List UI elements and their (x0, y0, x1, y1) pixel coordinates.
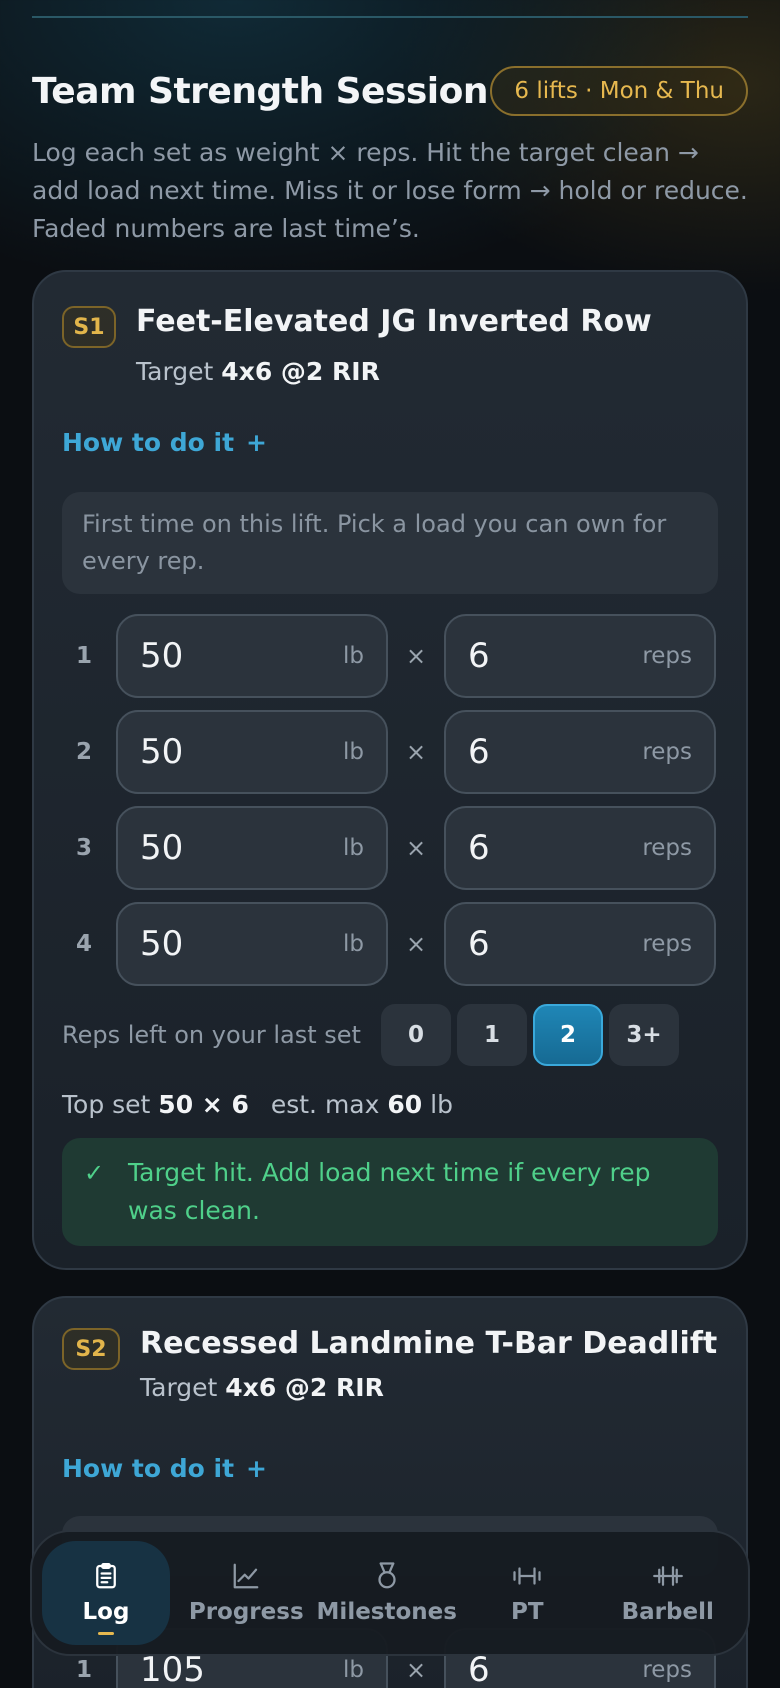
set-row: 3 50 lb × 6 reps (62, 806, 718, 890)
reps-value: 6 (468, 828, 490, 868)
barbell-icon (652, 1566, 683, 1586)
top-set-label: Top set (62, 1090, 151, 1119)
weight-value: 50 (140, 732, 184, 772)
medal-icon (378, 1562, 396, 1589)
weight-input[interactable]: 50 lb (116, 902, 388, 986)
times-symbol: × (405, 834, 427, 862)
check-icon: ✓ (84, 1159, 105, 1187)
reps-unit: reps (642, 835, 692, 861)
weight-value: 50 (140, 924, 184, 964)
weight-value: 50 (140, 636, 184, 676)
times-symbol: × (405, 642, 427, 670)
session-badge: 6 lifts · Mon & Thu (490, 66, 748, 116)
dumbbell-icon (513, 1567, 541, 1585)
exercise-target: Target 4x6 @2 RIR (136, 357, 652, 386)
target-prefix: Target (140, 1373, 218, 1402)
top-set-summary: Top set 50 × 6 est. max 60 lb (62, 1090, 453, 1119)
exercise-name: Recessed Landmine T-Bar Deadlift (140, 1326, 718, 1361)
reps-unit: reps (642, 739, 692, 765)
times-symbol: × (405, 930, 427, 958)
plus-icon: + (246, 1454, 267, 1483)
set-row: 4 50 lb × 6 reps (62, 902, 718, 986)
plus-icon: + (246, 428, 267, 457)
weight-value: 50 (140, 828, 184, 868)
weight-unit: lb (343, 643, 364, 669)
weight-unit: lb (343, 931, 364, 957)
exercise-header: S1 Feet-Elevated JG Inverted Row Target … (62, 304, 652, 386)
page-header: Team Strength Session 6 lifts · Mon & Th… (32, 66, 748, 248)
weight-unit: lb (343, 1657, 364, 1683)
weight-unit: lb (343, 835, 364, 861)
nav-label: Barbell (621, 1599, 714, 1625)
nav-item-progress[interactable]: Progress (176, 1541, 317, 1645)
weight-unit: lb (343, 739, 364, 765)
target-prefix: Target (136, 357, 214, 386)
set-number: 3 (76, 835, 93, 861)
exercise-tag: S2 (62, 1328, 120, 1370)
reps-input[interactable]: 6 reps (444, 902, 716, 986)
weight-input[interactable]: 50 lb (116, 710, 388, 794)
set-number: 1 (76, 1657, 93, 1683)
weight-input[interactable]: 50 lb (116, 614, 388, 698)
exercise-header: S2 Recessed Landmine T-Bar Deadlift Targ… (62, 1326, 717, 1402)
nav-label: PT (510, 1599, 544, 1625)
rir-option-0[interactable]: 0 (380, 1004, 451, 1066)
reps-unit: reps (642, 931, 692, 957)
bottom-nav: Log Progress Milestones PT Barbell (30, 1530, 750, 1656)
est-max-value: 60 (387, 1090, 423, 1119)
set-row: 2 50 lb × 6 reps (62, 710, 718, 794)
nav-item-pt[interactable]: PT (457, 1541, 598, 1645)
times-symbol: × (405, 1656, 427, 1684)
how-to-toggle[interactable]: How to do it + (62, 428, 267, 457)
how-to-label: How to do it (62, 1454, 235, 1483)
active-indicator (98, 1632, 114, 1635)
set-number: 2 (76, 739, 93, 765)
rir-label: Reps left on your last set (62, 1021, 361, 1049)
nav-label: Milestones (316, 1599, 457, 1625)
set-number: 1 (76, 643, 93, 669)
how-to-toggle[interactable]: How to do it + (62, 1454, 267, 1483)
set-number: 4 (76, 931, 93, 957)
reps-input[interactable]: 6 reps (444, 614, 716, 698)
clipboard-icon (96, 1563, 116, 1589)
target-value: 4x6 @2 RIR (221, 357, 380, 386)
reps-value: 6 (468, 636, 490, 676)
exercise-target: Target 4x6 @2 RIR (140, 1373, 717, 1402)
set-row: 1 50 lb × 6 reps (62, 614, 718, 698)
weight-input[interactable]: 50 lb (116, 806, 388, 890)
rir-option-2[interactable]: 2 (532, 1004, 603, 1066)
reps-value: 6 (468, 732, 490, 772)
first-time-note: First time on this lift. Pick a load you… (62, 492, 718, 594)
nav-label: Progress (188, 1599, 304, 1625)
chart-icon (233, 1563, 259, 1589)
times-symbol: × (405, 738, 427, 766)
est-max-unit: lb (430, 1090, 453, 1119)
nav-item-log[interactable]: Log (42, 1541, 170, 1645)
exercise-card-s1: S1 Feet-Elevated JG Inverted Row Target … (32, 270, 748, 1270)
top-set-value: 50 × 6 (158, 1090, 249, 1119)
rir-option-1[interactable]: 1 (456, 1004, 527, 1066)
nav-label: Log (82, 1599, 130, 1625)
exercise-name: Feet-Elevated JG Inverted Row (136, 304, 652, 339)
rir-selector: Reps left on your last set 0 1 2 3+ (62, 1004, 718, 1066)
est-max-label: est. max (270, 1090, 380, 1119)
reps-input[interactable]: 6 reps (444, 806, 716, 890)
rir-option-3-plus[interactable]: 3+ (608, 1004, 679, 1066)
feedback-text: Target hit. Add load next time if every … (128, 1158, 651, 1225)
exercise-tag: S1 (62, 306, 116, 348)
how-to-label: How to do it (62, 428, 235, 457)
reps-value: 6 (468, 924, 490, 964)
reps-unit: reps (642, 1657, 692, 1683)
nav-item-milestones[interactable]: Milestones (317, 1541, 458, 1645)
nav-item-barbell[interactable]: Barbell (598, 1541, 739, 1645)
page-title: Team Strength Session (32, 70, 489, 112)
feedback-banner: ✓ Target hit. Add load next time if ever… (62, 1138, 718, 1246)
reps-unit: reps (642, 643, 692, 669)
target-value: 4x6 @2 RIR (225, 1373, 384, 1402)
reps-input[interactable]: 6 reps (444, 710, 716, 794)
top-divider (32, 16, 748, 18)
intro-text: Log each set as weight × reps. Hit the t… (32, 138, 748, 243)
